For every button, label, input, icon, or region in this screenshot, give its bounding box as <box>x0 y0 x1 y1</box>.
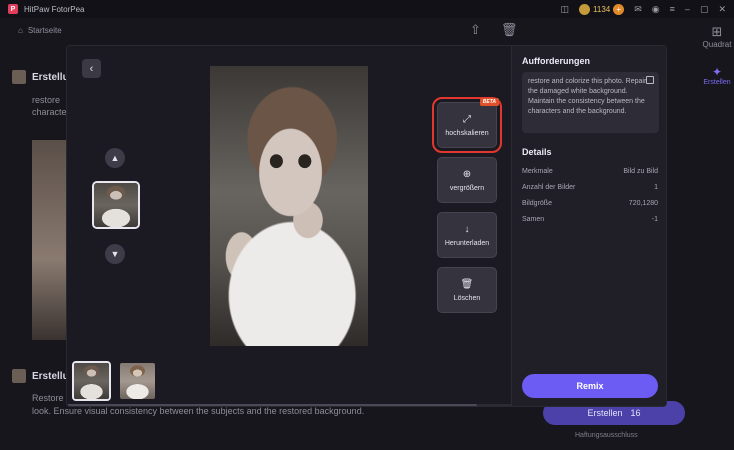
enlarge-button[interactable]: ⊕ vergrößern <box>437 157 497 203</box>
card-text: restore <box>32 95 61 105</box>
detail-row: Bildgröße 720,1280 <box>522 199 658 207</box>
background-toolbar: ⇧ 🗑 <box>470 22 517 38</box>
details-panel: Aufforderungen restore and colorize this… <box>511 46 666 406</box>
grid-icon[interactable]: ⊞ <box>700 24 734 40</box>
thumbnail-image <box>94 183 138 227</box>
thumbnail-original[interactable] <box>118 361 157 401</box>
thumbnail-image <box>74 363 109 399</box>
avatar <box>12 369 26 383</box>
download-icon: ↓ <box>464 223 470 235</box>
minimize-icon[interactable]: – <box>685 4 690 14</box>
app-title: HitPaw FotorPea <box>24 4 85 14</box>
detail-row: Anzahl der Bilder 1 <box>522 183 658 191</box>
thumbnail-strip <box>72 361 157 401</box>
gamepad-icon[interactable]: ◫ <box>561 4 570 15</box>
card-title: Erstellu <box>12 369 69 383</box>
trash-icon: 🗑 <box>460 278 474 290</box>
maximize-icon[interactable]: ▢ <box>700 4 709 15</box>
remix-button[interactable]: Remix <box>522 374 658 398</box>
thumbnail-result[interactable] <box>72 361 111 401</box>
previous-image-button[interactable]: ▲ <box>105 148 125 168</box>
home-icon: ⌂ <box>18 26 23 35</box>
trash-icon[interactable]: 🗑 <box>501 22 518 38</box>
main-image <box>210 66 368 346</box>
create-cost: 16 <box>630 408 641 418</box>
selected-thumbnail[interactable] <box>92 181 140 229</box>
detail-row: Merkmale Bild zu Bild <box>522 167 658 175</box>
delete-button[interactable]: 🗑 Löschen <box>437 267 497 313</box>
right-col-label[interactable]: Quadrat <box>700 40 734 49</box>
delete-label: Löschen <box>453 294 481 302</box>
share-icon[interactable]: ⇧ <box>470 22 481 38</box>
app-logo-icon: P <box>8 4 18 14</box>
details-heading: Details <box>522 147 552 157</box>
add-coins-icon[interactable]: + <box>613 3 625 15</box>
image-detail-modal: ‹ ▲ ▼ BETA ⤢ hochskalieren ⊕ vergrößern <box>66 45 667 407</box>
home-link[interactable]: ⌂ Startseite <box>18 26 62 35</box>
mail-icon[interactable]: ✉ <box>634 4 642 15</box>
right-column: ⊞ Quadrat ✦ Erstellen <box>700 24 734 86</box>
chevron-down-icon: ▼ <box>110 249 120 259</box>
baby-photo <box>210 66 368 346</box>
beta-badge: BETA <box>479 98 499 106</box>
prompts-heading: Aufforderungen <box>522 56 590 66</box>
image-viewer: ‹ ▲ ▼ BETA ⤢ hochskalieren ⊕ vergrößern <box>67 46 511 406</box>
copy-icon[interactable] <box>646 76 654 84</box>
back-button[interactable]: ‹ <box>82 59 101 78</box>
card-title: Erstellu <box>12 70 69 84</box>
close-icon[interactable]: ✕ <box>718 4 726 15</box>
user-icon[interactable]: ◉ <box>652 4 660 15</box>
menu-icon[interactable]: ≡ <box>670 4 675 14</box>
prompt-text: restore and colorize this photo. Repair … <box>528 78 647 115</box>
chevron-up-icon: ▲ <box>110 153 120 163</box>
title-bar: P HitPaw FotorPea ◫ 1134 + ✉ ◉ ≡ – ▢ ✕ <box>0 0 734 18</box>
coin-icon <box>579 3 591 15</box>
download-button[interactable]: ↓ Herunterladen <box>437 212 497 258</box>
avatar <box>12 70 26 84</box>
coin-count: 1134 <box>593 4 611 14</box>
prompt-box: restore and colorize this photo. Repair … <box>522 72 659 133</box>
title-bar-controls: ◫ 1134 + ✉ ◉ ≡ – ▢ ✕ <box>561 0 734 18</box>
zoom-in-icon: ⊕ <box>462 168 472 180</box>
image-actions: BETA ⤢ hochskalieren ⊕ vergrößern ↓ Heru… <box>432 97 502 313</box>
upscale-icon: ⤢ <box>463 113 471 125</box>
thumbnail-image <box>120 363 155 399</box>
right-col-label-2[interactable]: Erstellen <box>700 79 734 86</box>
card-text: characte <box>32 107 67 117</box>
next-image-button[interactable]: ▼ <box>105 244 125 264</box>
chevron-left-icon: ‹ <box>89 62 94 75</box>
detail-row: Samen -1 <box>522 215 658 223</box>
upscale-label: hochskalieren <box>445 129 489 137</box>
home-label: Startseite <box>27 26 62 35</box>
download-label: Herunterladen <box>444 239 490 247</box>
card-photo[interactable] <box>32 140 66 340</box>
upscale-button[interactable]: BETA ⤢ hochskalieren <box>432 97 502 153</box>
disclaimer-link[interactable]: Haftungsausschluss <box>575 432 638 439</box>
horizontal-scrollbar[interactable] <box>67 404 511 406</box>
details-section: Details Merkmale Bild zu Bild Anzahl der… <box>522 147 658 227</box>
enlarge-label: vergrößern <box>449 184 485 192</box>
sparkle-icon[interactable]: ✦ <box>700 65 734 79</box>
coin-balance[interactable]: 1134 + <box>579 3 625 15</box>
